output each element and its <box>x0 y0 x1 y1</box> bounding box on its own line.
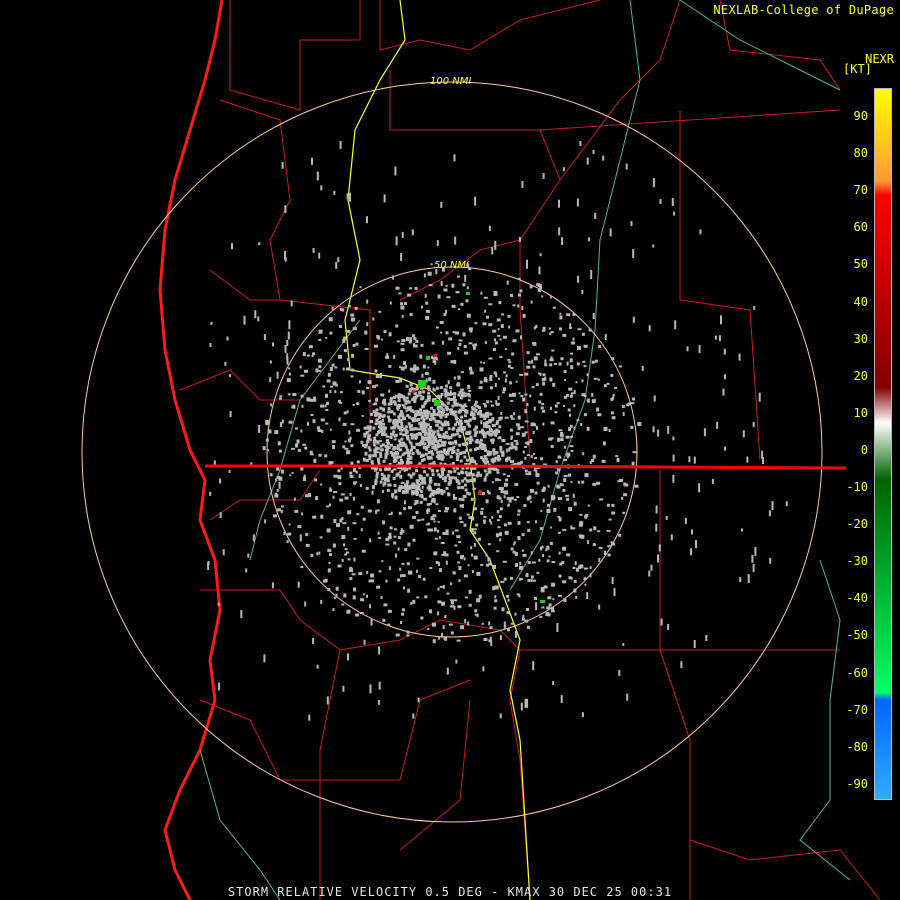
colorbar-tick-label: 50 <box>853 257 868 272</box>
colorbar-tick-label: 30 <box>853 331 868 346</box>
coastline <box>158 0 224 900</box>
footer-caption: STORM RELATIVE VELOCITY 0.5 DEG - KMAX 3… <box>227 885 673 899</box>
colorbar-tick-label: 40 <box>853 294 868 309</box>
colorbar-tick-label: 70 <box>853 183 868 198</box>
colorbar-tick-label: -10 <box>846 480 868 494</box>
velocity-colorbar <box>874 88 892 800</box>
colorbar-tick-label: -70 <box>846 702 868 717</box>
colorbar-tick-label: -90 <box>846 776 868 791</box>
rivers <box>199 0 851 900</box>
colorbar-tick-label: -30 <box>846 554 868 569</box>
colorbar-tick-label: -60 <box>846 665 868 680</box>
radar-echoes <box>207 140 788 721</box>
colorbar-tick-label: -50 <box>846 628 868 643</box>
radar-map: 50 NMI 100 NMI <box>81 0 881 900</box>
colorbar-tick-label: 90 <box>853 109 868 123</box>
county-boundaries <box>179 0 881 900</box>
ring-label-50nmi: 50 NMI <box>434 260 469 271</box>
colorbar-tick-label: 10 <box>853 405 868 420</box>
colorbar-tick-label: 20 <box>853 368 868 383</box>
colorbar-tick-label: -20 <box>846 517 868 532</box>
credit-label: NEXLAB-College of DuPage <box>713 3 894 17</box>
colorbar-tick-label: 0 <box>860 442 868 457</box>
ring-label-100nmi: 100 NMI <box>430 76 471 87</box>
units-label: [KT] <box>843 62 872 76</box>
colorbar-tick-label: 60 <box>853 220 868 235</box>
colorbar-tick-label: -40 <box>846 591 868 606</box>
colorbar-tick-label: 80 <box>853 146 868 161</box>
colorbar-tick-label: -80 <box>846 739 868 754</box>
